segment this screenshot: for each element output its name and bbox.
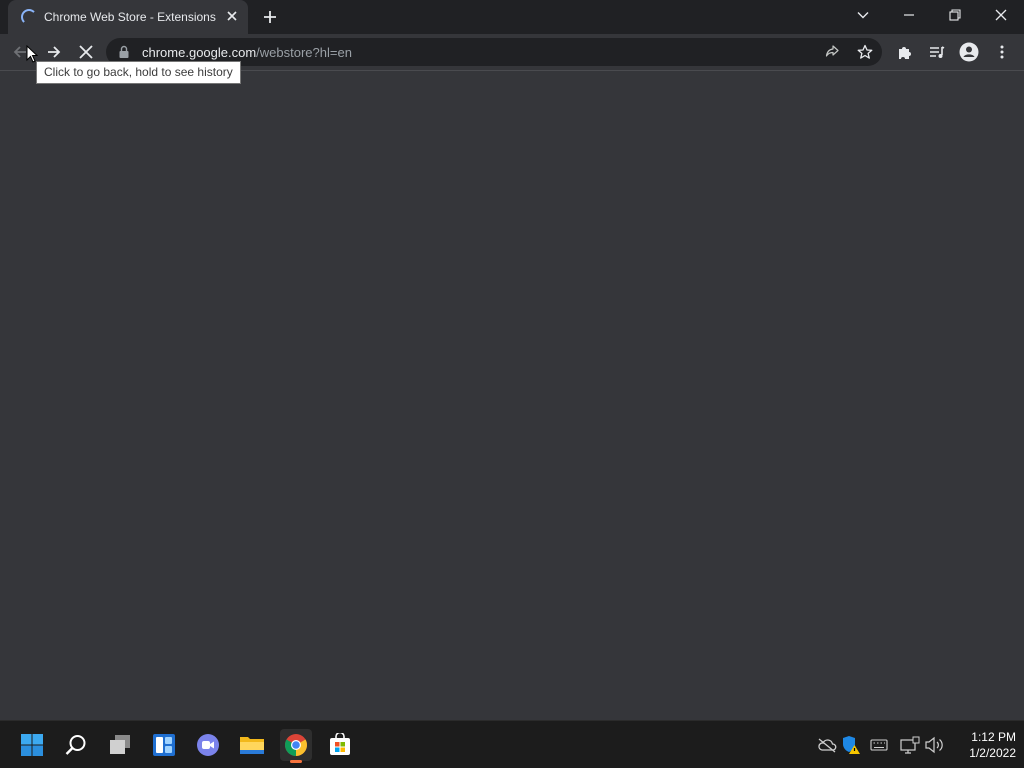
store-icon[interactable] — [324, 729, 356, 761]
tab-title: Chrome Web Store - Extensions — [44, 10, 216, 24]
file-explorer-icon[interactable] — [236, 729, 268, 761]
keyboard-icon[interactable] — [869, 735, 889, 755]
browser-window: Chrome Web Store - Extensions chrome.goo… — [0, 0, 1024, 720]
system-clock[interactable]: 1:12 PM 1/2/2022 — [950, 729, 1016, 761]
loading-spinner-icon — [21, 9, 37, 25]
security-warning-icon[interactable] — [841, 735, 861, 755]
tab-close-icon[interactable] — [224, 8, 240, 24]
close-window-button[interactable] — [978, 0, 1024, 30]
profile-avatar-icon[interactable] — [955, 38, 983, 66]
restore-button[interactable] — [932, 0, 978, 30]
onedrive-offline-icon[interactable] — [817, 735, 837, 755]
bookmark-star-icon[interactable] — [851, 38, 879, 66]
search-icon[interactable] — [60, 729, 92, 761]
clock-date: 1/2/2022 — [969, 746, 1016, 760]
page-content-area — [0, 71, 1024, 720]
windows-taskbar: 1:12 PM 1/2/2022 — [0, 720, 1024, 768]
extensions-puzzle-icon[interactable] — [891, 38, 919, 66]
tab-search-chevron-down-icon[interactable] — [840, 0, 886, 30]
chrome-icon[interactable] — [280, 729, 312, 763]
tab-chrome-web-store[interactable]: Chrome Web Store - Extensions — [8, 0, 248, 34]
task-view-icon[interactable] — [104, 729, 136, 761]
url-path: /webstore?hl=en — [256, 45, 352, 60]
menu-kebab-icon[interactable] — [988, 38, 1016, 66]
teams-chat-icon[interactable] — [192, 729, 224, 761]
volume-icon[interactable] — [924, 735, 944, 755]
share-icon[interactable] — [818, 38, 846, 66]
start-icon[interactable] — [16, 729, 48, 761]
new-tab-button[interactable] — [260, 7, 280, 27]
url-host: chrome.google.com — [142, 45, 257, 60]
url-text[interactable]: chrome.google.com/webstore?hl=en — [142, 45, 352, 60]
widgets-icon[interactable] — [148, 729, 180, 761]
network-icon[interactable] — [900, 735, 920, 755]
tab-strip: Chrome Web Store - Extensions — [0, 0, 1024, 34]
media-queue-icon[interactable] — [923, 38, 951, 66]
clock-time: 1:12 PM — [971, 730, 1016, 744]
mouse-cursor-icon — [26, 44, 39, 68]
minimize-button[interactable] — [886, 0, 932, 30]
active-app-indicator — [290, 760, 302, 763]
